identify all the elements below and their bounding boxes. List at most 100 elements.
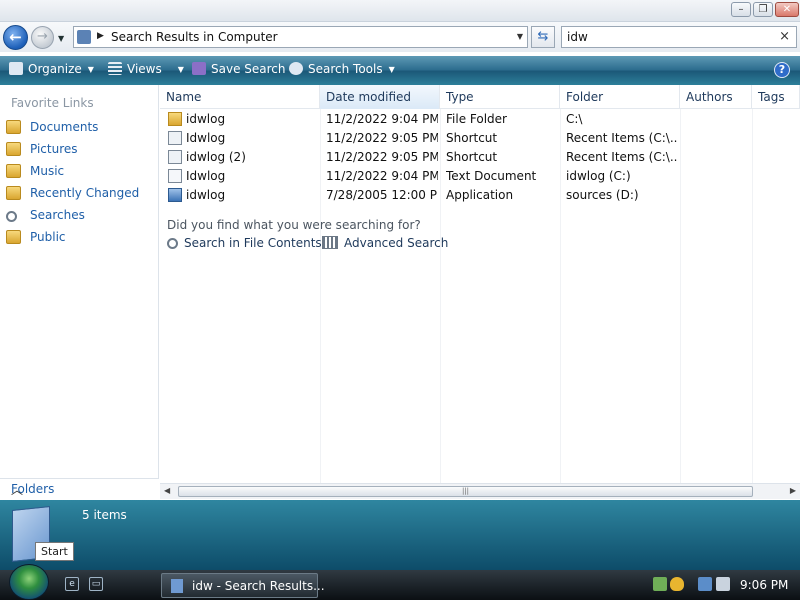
display-icon[interactable] xyxy=(698,577,712,591)
save-search-button[interactable]: Save Search xyxy=(192,62,286,76)
type-cell: Text Document xyxy=(446,169,537,183)
maximize-button[interactable]: ❐ xyxy=(753,2,773,17)
magnifier-icon xyxy=(6,211,17,222)
table-row[interactable]: idwlog 11/2/2022 9:04 PM File Folder C:\ xyxy=(160,110,800,129)
breadcrumb-chevron-icon[interactable]: ▶ xyxy=(97,31,104,41)
navigation-bar: ← → ▼ ▶ Search Results in Computer ▼ ⇆ i… xyxy=(0,22,800,52)
column-header-folder[interactable]: Folder xyxy=(560,85,680,109)
column-header-name[interactable]: Name xyxy=(160,85,320,109)
start-button[interactable] xyxy=(9,564,49,600)
table-row[interactable]: Idwlog 11/2/2022 9:05 PM Shortcut Recent… xyxy=(160,129,800,148)
file-name: idwlog (2) xyxy=(186,150,246,164)
type-cell: Shortcut xyxy=(446,150,498,164)
organize-button[interactable]: Organize ▼ xyxy=(9,62,94,76)
sidebar-item-recently-changed[interactable]: Recently Changed xyxy=(6,186,139,204)
recent-pages-dropdown-icon[interactable]: ▼ xyxy=(58,34,64,43)
clear-search-icon[interactable]: × xyxy=(779,29,790,44)
file-list: Name Date modified Type Folder Authors T… xyxy=(160,85,800,483)
address-dropdown-icon[interactable]: ▼ xyxy=(517,32,523,41)
sidebar-item-label: Recently Changed xyxy=(30,186,140,200)
search-tools-caret-icon: ▼ xyxy=(388,65,395,74)
minimize-button[interactable]: – xyxy=(731,2,751,17)
computer-icon xyxy=(77,30,91,44)
pictures-folder-icon xyxy=(6,142,21,156)
type-cell: Application xyxy=(446,188,514,202)
folder-cell: C:\ xyxy=(566,112,583,126)
magnifier-icon xyxy=(167,238,178,249)
refresh-icon: ⇆ xyxy=(537,29,549,44)
sidebar-item-documents[interactable]: Documents xyxy=(6,120,98,138)
folder-cell: idwlog (C:) xyxy=(566,169,631,183)
sidebar-item-label: Documents xyxy=(30,120,99,134)
folder-cell: Recent Items (C:\... xyxy=(566,131,678,145)
forward-arrow-icon: → xyxy=(37,29,48,44)
date-cell: 7/28/2005 12:00 PM xyxy=(326,188,438,202)
name-cell: idwlog xyxy=(168,188,318,202)
clock[interactable]: 9:06 PM xyxy=(740,578,788,592)
sidebar-item-searches[interactable]: Searches xyxy=(6,208,85,226)
address-bar[interactable]: ▶ Search Results in Computer ▼ xyxy=(73,26,528,48)
public-folder-icon xyxy=(6,230,21,244)
name-cell: idwlog xyxy=(168,112,318,126)
advanced-search-icon xyxy=(322,236,338,249)
views-caret-icon: ▼ xyxy=(177,65,184,74)
column-header-type[interactable]: Type xyxy=(440,85,560,109)
sidebar-item-pictures[interactable]: Pictures xyxy=(6,142,78,160)
music-folder-icon xyxy=(6,164,21,178)
search-tools-button[interactable]: Search Tools ▼ xyxy=(289,62,395,76)
table-row[interactable]: idwlog 7/28/2005 12:00 PM Application so… xyxy=(160,186,800,205)
scroll-left-icon[interactable]: ◀ xyxy=(164,486,170,495)
volume-muted-icon[interactable] xyxy=(716,577,730,591)
scroll-right-icon[interactable]: ▶ xyxy=(790,486,796,495)
column-header-date-modified[interactable]: Date modified xyxy=(320,85,440,109)
address-text: Search Results in Computer xyxy=(111,30,278,44)
sidebar-item-music[interactable]: Music xyxy=(6,164,64,182)
network-icon[interactable] xyxy=(653,577,667,591)
sidebar-item-label: Searches xyxy=(30,208,85,222)
back-button[interactable]: ← xyxy=(3,25,28,50)
advanced-search-link[interactable]: Advanced Search xyxy=(322,236,448,250)
show-desktop-icon[interactable]: ▭ xyxy=(89,577,103,591)
internet-explorer-icon[interactable]: e xyxy=(65,577,79,591)
shortcut-icon xyxy=(168,150,182,164)
name-cell: Idwlog xyxy=(168,169,318,183)
table-row[interactable]: Idwlog 11/2/2022 9:04 PM Text Document i… xyxy=(160,167,800,186)
back-arrow-icon: ← xyxy=(9,28,22,46)
search-query: idw xyxy=(567,30,588,44)
search-tools-icon xyxy=(289,62,303,75)
command-bar: Organize ▼ Views ▼ Save Search Search Tool… xyxy=(0,56,800,85)
date-cell: 11/2/2022 9:04 PM xyxy=(326,112,438,126)
security-shield-icon[interactable] xyxy=(670,577,684,591)
chevron-up-icon: ︿ xyxy=(11,483,24,497)
folder-cell: Recent Items (C:\... xyxy=(566,150,678,164)
taskbar-window-button[interactable]: idw - Search Results... xyxy=(161,573,325,598)
refresh-button[interactable]: ⇆ xyxy=(531,26,555,48)
search-input[interactable]: idw × xyxy=(561,26,797,48)
folders-toggle[interactable]: Folders ︿ xyxy=(0,478,159,500)
file-name: Idwlog xyxy=(186,131,226,145)
column-header-authors[interactable]: Authors xyxy=(680,85,752,109)
start-tooltip: Start xyxy=(35,542,74,561)
horizontal-scrollbar[interactable]: ◀ ||| ▶ xyxy=(160,483,800,499)
table-row[interactable]: idwlog (2) 11/2/2022 9:05 PM Shortcut Re… xyxy=(160,148,800,167)
folder-icon xyxy=(168,112,182,126)
search-file-contents-link[interactable]: Search in File Contents xyxy=(167,236,322,250)
close-button[interactable]: ✕ xyxy=(775,2,799,17)
taskbar-window-label: idw - Search Results... xyxy=(192,579,325,593)
documents-folder-icon xyxy=(6,120,21,134)
column-header-tags[interactable]: Tags xyxy=(752,85,800,109)
sidebar-item-label: Music xyxy=(30,164,65,178)
date-cell: 11/2/2022 9:05 PM xyxy=(326,131,438,145)
application-icon xyxy=(168,188,182,202)
details-pane: 5 items xyxy=(0,500,800,570)
sidebar-item-public[interactable]: Public xyxy=(6,230,66,248)
help-button[interactable]: ? xyxy=(774,62,790,78)
explorer-window-icon xyxy=(171,579,183,593)
title-bar: – ❐ ✕ xyxy=(0,0,800,22)
sidebar-item-label: Pictures xyxy=(30,142,78,156)
scrollbar-thumb[interactable]: ||| xyxy=(178,486,753,497)
favorite-links-heading: Favorite Links xyxy=(11,96,94,110)
views-button[interactable]: Views ▼ xyxy=(108,62,184,76)
search-file-contents-label: Search in File Contents xyxy=(184,236,322,250)
forward-button[interactable]: → xyxy=(31,26,54,49)
